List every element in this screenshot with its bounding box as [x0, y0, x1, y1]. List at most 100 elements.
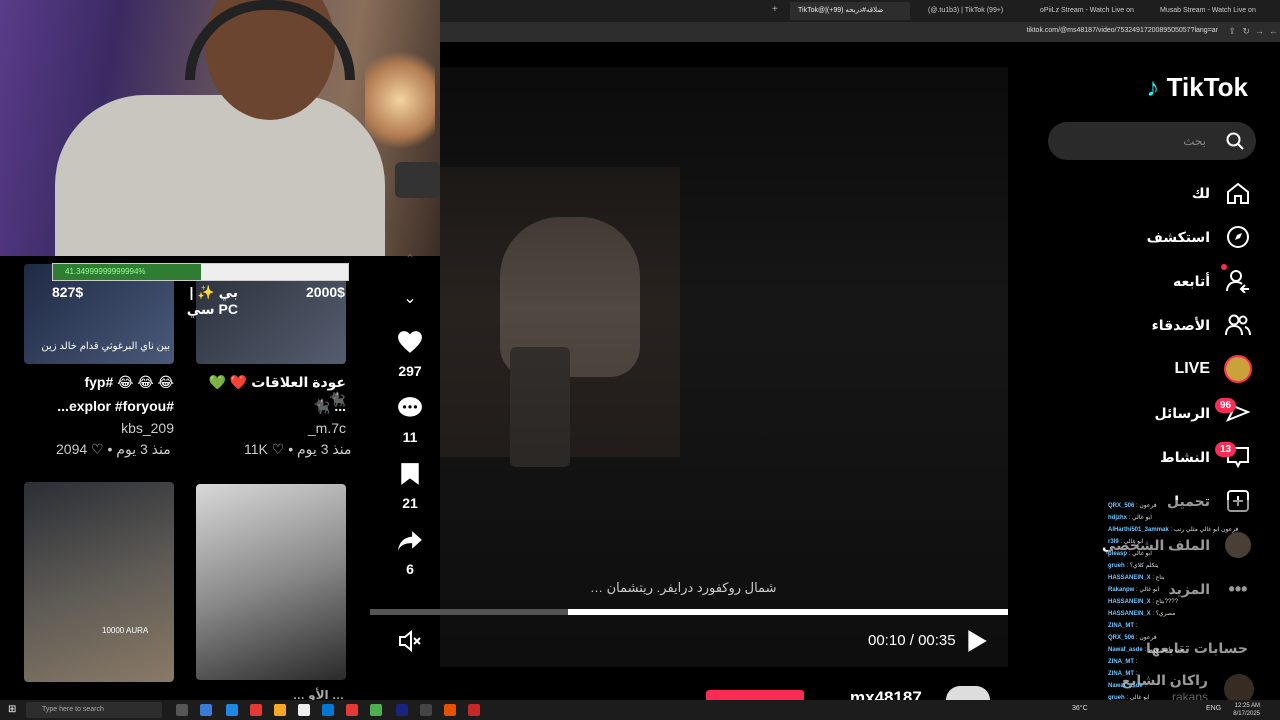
browser-tab[interactable]: Musab Stream - Watch Live on [1152, 2, 1262, 20]
video-caption[interactable]: … الأو … [24, 688, 344, 700]
video-player[interactable]: شمال روكفورد درايفر. ريتشمان … [440, 67, 1008, 667]
video-thumbnail[interactable]: 10000 AURA [24, 482, 174, 682]
video-author[interactable]: m.7c_ [196, 420, 346, 436]
video-caption[interactable]: 😂 😂 😂 #fyp [24, 374, 174, 391]
donation-progress-bar: 41.34999999999994% [52, 263, 349, 281]
browser-tab[interactable]: (@.tu1b3) | TikTok (99+) [920, 2, 1020, 20]
video-time: 00:10 / 00:35 [868, 632, 956, 649]
chat-username: hdjzhx [1108, 515, 1127, 521]
chat-username: r3l9 [1108, 539, 1119, 545]
chat-lines: QRX_506 : فرعون hdjzhx : ابو غالي AlHarthi… [1108, 500, 1280, 704]
nav-live[interactable]: LIVE [1174, 354, 1252, 384]
obs-icon[interactable] [468, 704, 480, 716]
chat-message: ZINA_MT : [1108, 656, 1280, 668]
chat-username: QRX_506 [1108, 503, 1135, 509]
forward-icon[interactable]: → [1255, 26, 1264, 36]
microphone [395, 162, 440, 198]
chat-message: Rakanpw : ابو غالي [1108, 584, 1280, 596]
chat-message: AlHarthi501_3ammak : فرعون ابو غالي مثلي… [1108, 524, 1280, 536]
copilot-icon[interactable] [200, 704, 212, 716]
logo-text: TikTok [1166, 72, 1248, 102]
app-icon[interactable] [420, 704, 432, 716]
mail-icon[interactable] [322, 704, 334, 716]
youtube-icon[interactable] [346, 704, 358, 716]
video-seek-fill [567, 609, 1008, 615]
video-likes: 11K [244, 441, 268, 457]
like-button[interactable]: 297 [395, 330, 425, 379]
nav-activity[interactable]: النشاط [1160, 442, 1252, 472]
save-button[interactable]: 21 [395, 462, 425, 511]
taskbar-search-placeholder: Type here to search [42, 706, 104, 713]
webcam-overlay [0, 0, 440, 256]
comment-button[interactable]: 11 [395, 396, 425, 445]
play-icon [968, 630, 987, 652]
edge-icon[interactable] [226, 704, 238, 716]
chat-message: QRX_506 : فرعون [1108, 500, 1280, 512]
share-arrow-icon [398, 531, 422, 551]
video-seek-bar[interactable] [370, 609, 1008, 615]
video-subtitle: شمال روكفورد درايفر. ريتشمان … [590, 580, 777, 595]
nav-following[interactable]: أتابعه [1173, 266, 1252, 296]
app-icon[interactable] [444, 704, 456, 716]
tiktok-logo[interactable]: ♪ TikTok [1146, 72, 1248, 103]
compass-icon [1224, 223, 1252, 251]
notification-dot [1221, 264, 1227, 270]
streamer-body [55, 95, 385, 256]
taskbar-search-input[interactable]: Type here to search [26, 702, 162, 718]
tab-title: (@.tu1b3) | TikTok (99+) [928, 7, 1004, 14]
search-input[interactable]: بحث [1048, 122, 1256, 160]
video-author[interactable]: kbs_209 [24, 420, 174, 436]
nav-explore[interactable]: استكشف [1147, 222, 1252, 252]
reload-icon[interactable]: ↻ [1242, 26, 1250, 37]
donation-progress-text: 41.34999999999994% [65, 267, 146, 276]
task-view-icon[interactable] [176, 704, 188, 716]
share-icon[interactable]: ⇪ [1228, 26, 1236, 37]
live-avatar-icon [1224, 355, 1252, 383]
video-thumbnail[interactable] [196, 484, 346, 680]
chat-username: HASSANEIN_X [1108, 575, 1151, 581]
video-meta: منذ 3 يوم • ♡ 2094 [56, 441, 171, 457]
volume-button[interactable] [398, 629, 424, 654]
chat-username: Nawaf_asde [1108, 647, 1143, 653]
nav-for-you[interactable]: لك [1192, 178, 1252, 208]
play-button[interactable] [966, 628, 990, 654]
nav-messages[interactable]: الرسائل [1154, 398, 1252, 428]
weather-temperature[interactable]: 36°C [1072, 705, 1088, 712]
chrome-icon[interactable] [370, 704, 382, 716]
windows-start-icon[interactable]: ⊞ [8, 704, 16, 715]
chat-username: Nawaf_asde [1108, 683, 1143, 689]
chat-text: : ابو غالي [1118, 539, 1144, 545]
input-language[interactable]: ENG [1206, 705, 1221, 712]
chat-username: HASSANEIN_X [1108, 611, 1151, 617]
share-button[interactable]: 6 [395, 530, 425, 577]
browser-tab[interactable]: oPiiLz Stream - Watch Live on [1032, 2, 1142, 20]
previous-video-button[interactable]: ⌃ [395, 252, 425, 266]
video-meta: منذ 3 يوم • ♡ 11K [244, 441, 352, 457]
follow-button[interactable] [706, 690, 804, 700]
time-current: 00:10 [868, 632, 906, 649]
like-count: 297 [398, 363, 422, 379]
messages-badge: 96 [1215, 398, 1237, 413]
chat-message: ZINA_MT : [1108, 620, 1280, 632]
address-bar[interactable]: tiktok.com/@ms48187/video/75324917200895… [440, 22, 1280, 42]
store-icon[interactable] [298, 704, 310, 716]
next-video-button[interactable]: ⌄ [395, 288, 425, 308]
taskbar-clock[interactable]: 12:25 AM 8/17/2025 [1233, 702, 1260, 718]
video-caption[interactable]: #explor #foryou... [24, 398, 174, 414]
app-icon[interactable] [250, 704, 262, 716]
nav-friends[interactable]: الأصدقاء [1152, 310, 1252, 340]
lamp [365, 50, 435, 150]
new-tab-button[interactable]: + [772, 4, 778, 15]
back-icon[interactable]: ← [1269, 26, 1278, 36]
chat-username: AlHarthi501_3ammak [1108, 527, 1169, 533]
author-avatar[interactable] [946, 686, 990, 700]
file-explorer-icon[interactable] [274, 704, 286, 716]
browser-tab[interactable]: ⁦TikTok@|ضلاقه#دربحه (99+) [790, 2, 910, 20]
nav-label: النشاط [1160, 448, 1210, 465]
steam-icon[interactable] [396, 704, 408, 716]
chat-text: : ابو غالي [1127, 551, 1152, 557]
video-shade [440, 67, 1008, 667]
video-caption[interactable]: ... 🐈‍⬛ [196, 398, 346, 415]
video-feed-grid: بين ناي البرغوثي قدام خالد زين 😂 😂 😂 #fy… [0, 256, 370, 700]
chat-text: : متى راتبي وزير [1142, 647, 1185, 653]
